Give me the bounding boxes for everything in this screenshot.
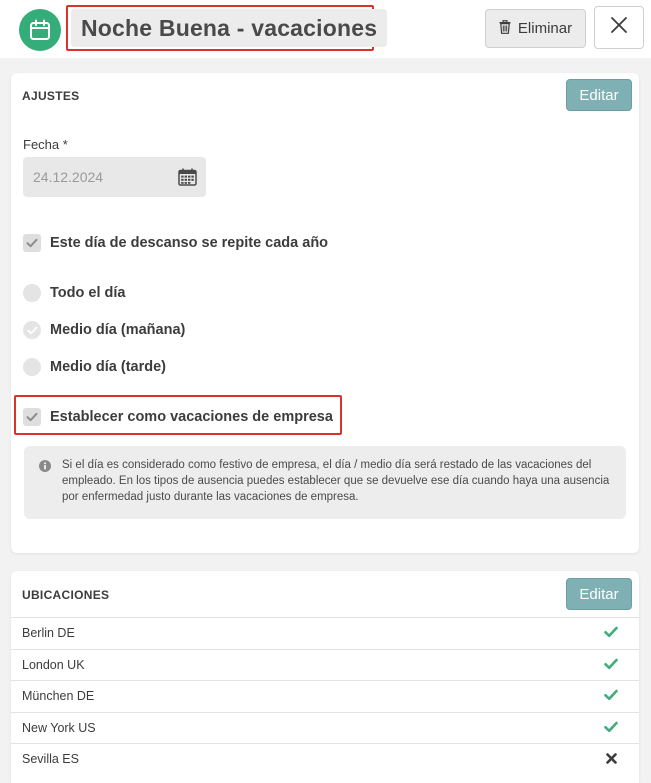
- locations-edit-button[interactable]: Editar: [566, 578, 632, 610]
- close-button[interactable]: [594, 6, 644, 49]
- date-field[interactable]: 24.12.2024: [23, 157, 206, 197]
- radio-half-day-afternoon[interactable]: Medio día (tarde): [23, 358, 166, 376]
- check-icon: [604, 658, 618, 673]
- location-name: Berlin DE: [22, 626, 75, 641]
- list-item: München DE: [11, 680, 639, 712]
- repeat-yearly-checkbox[interactable]: [23, 234, 41, 252]
- list-item: Sevilla ES: [11, 743, 639, 775]
- calendar-icon[interactable]: [178, 168, 197, 189]
- title-highlight: Noche Buena - vacaciones: [66, 5, 388, 51]
- radio-full-day-indicator[interactable]: [23, 284, 41, 302]
- locations-section-title: UBICACIONES: [22, 588, 110, 602]
- info-icon: [39, 460, 51, 477]
- location-name: Sevilla ES: [22, 752, 79, 767]
- repeat-yearly-label: Este día de descanso se repite cada año: [50, 235, 329, 251]
- list-item: New York US: [11, 711, 639, 744]
- trash-icon: [499, 19, 511, 38]
- repeat-yearly-row[interactable]: Este día de descanso se repite cada año: [23, 234, 328, 252]
- locations-list: Berlin DE London UK München DE New York …: [11, 617, 639, 775]
- locations-card: UBICACIONES Editar Berlin DE London UK M…: [11, 571, 639, 783]
- check-icon: [604, 721, 618, 736]
- settings-edit-button[interactable]: Editar: [566, 79, 632, 111]
- company-holiday-row[interactable]: Establecer como vacaciones de empresa: [23, 408, 333, 426]
- location-name: London UK: [22, 657, 85, 672]
- date-field-label: Fecha *: [23, 137, 68, 152]
- radio-half-day-afternoon-indicator[interactable]: [23, 358, 41, 376]
- calendar-icon: [19, 9, 61, 51]
- header-bar: Noche Buena - vacaciones Eliminar: [0, 0, 651, 58]
- settings-section-title: AJUSTES: [22, 89, 80, 103]
- date-field-value: 24.12.2024: [33, 169, 104, 185]
- radio-half-day-morning-indicator[interactable]: [23, 321, 41, 339]
- radio-half-day-morning-label: Medio día (mañana): [50, 322, 186, 338]
- company-holiday-checkbox[interactable]: [23, 408, 41, 426]
- info-note-text: Si el día es considerado como festivo de…: [62, 459, 610, 503]
- radio-full-day-label: Todo el día: [50, 285, 126, 301]
- check-icon: [604, 689, 618, 704]
- check-icon: [604, 626, 618, 641]
- delete-button-label: Eliminar: [517, 20, 573, 37]
- radio-full-day[interactable]: Todo el día: [23, 284, 125, 302]
- location-name: New York US: [22, 720, 96, 735]
- list-item: Berlin DE: [11, 617, 639, 649]
- radio-half-day-afternoon-label: Medio día (tarde): [50, 359, 167, 375]
- cross-icon: [606, 753, 617, 767]
- radio-half-day-morning[interactable]: Medio día (mañana): [23, 321, 185, 339]
- page-title[interactable]: Noche Buena - vacaciones: [71, 9, 388, 47]
- location-name: München DE: [22, 689, 95, 704]
- close-icon: [610, 16, 628, 39]
- company-holiday-label: Establecer como vacaciones de empresa: [50, 409, 333, 425]
- list-item: London UK: [11, 648, 639, 681]
- info-note: Si el día es considerado como festivo de…: [24, 446, 626, 519]
- delete-button[interactable]: Eliminar: [485, 9, 586, 48]
- settings-card: AJUSTES Editar Fecha * 24.12.2024 Este d…: [11, 73, 639, 553]
